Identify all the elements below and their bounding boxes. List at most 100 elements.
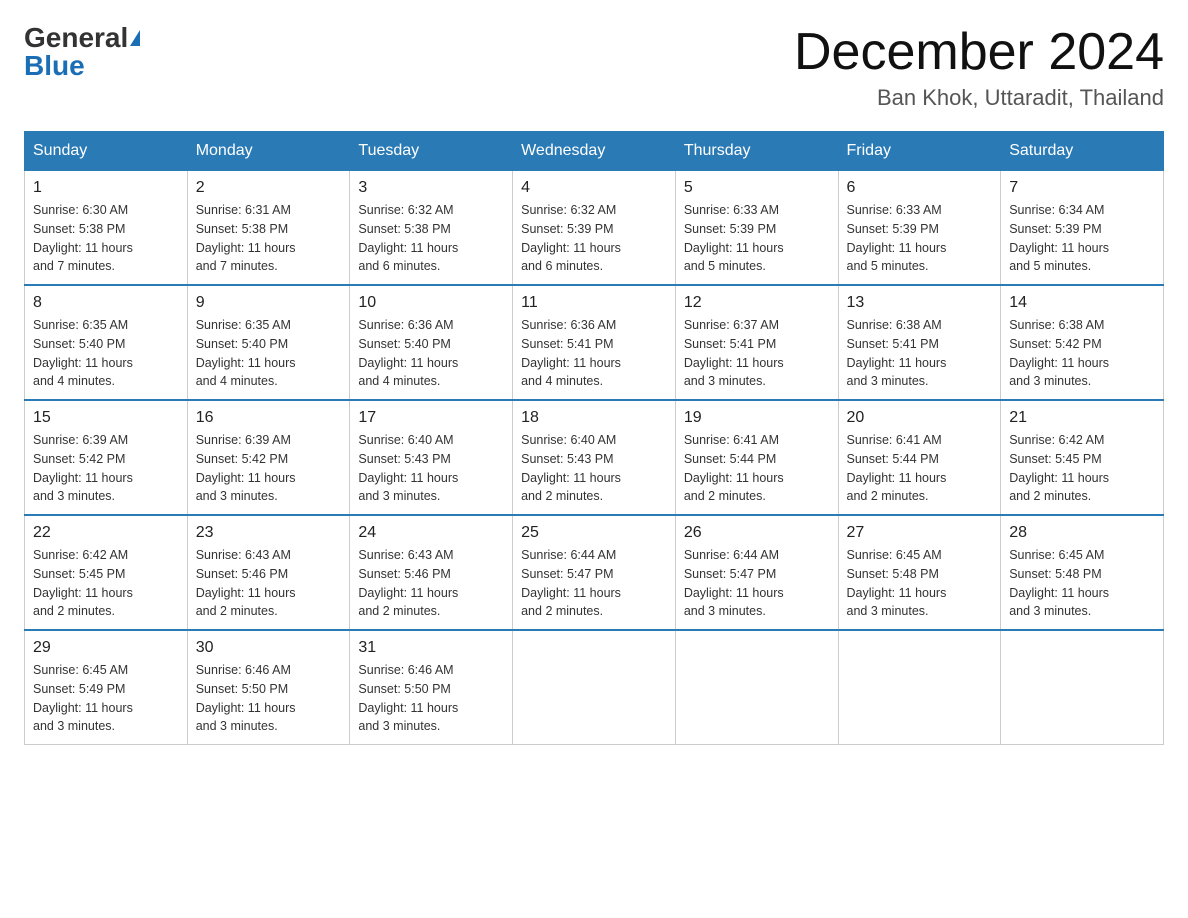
day-info: Sunrise: 6:30 AM Sunset: 5:38 PM Dayligh… xyxy=(33,201,179,276)
day-info: Sunrise: 6:41 AM Sunset: 5:44 PM Dayligh… xyxy=(684,431,830,506)
day-info: Sunrise: 6:45 AM Sunset: 5:48 PM Dayligh… xyxy=(847,546,993,621)
day-number: 19 xyxy=(684,409,830,427)
day-info: Sunrise: 6:40 AM Sunset: 5:43 PM Dayligh… xyxy=(358,431,504,506)
day-number: 22 xyxy=(33,524,179,542)
day-number: 27 xyxy=(847,524,993,542)
calendar-week-row: 29 Sunrise: 6:45 AM Sunset: 5:49 PM Dayl… xyxy=(25,630,1164,745)
calendar-cell: 2 Sunrise: 6:31 AM Sunset: 5:38 PM Dayli… xyxy=(187,171,350,286)
calendar-cell: 5 Sunrise: 6:33 AM Sunset: 5:39 PM Dayli… xyxy=(675,171,838,286)
day-info: Sunrise: 6:46 AM Sunset: 5:50 PM Dayligh… xyxy=(196,661,342,736)
logo-triangle-icon xyxy=(130,30,140,46)
day-number: 11 xyxy=(521,294,667,312)
column-header-thursday: Thursday xyxy=(675,132,838,171)
calendar-header-row: SundayMondayTuesdayWednesdayThursdayFrid… xyxy=(25,132,1164,171)
calendar-cell: 17 Sunrise: 6:40 AM Sunset: 5:43 PM Dayl… xyxy=(350,400,513,515)
day-number: 4 xyxy=(521,179,667,197)
day-info: Sunrise: 6:35 AM Sunset: 5:40 PM Dayligh… xyxy=(196,316,342,391)
day-info: Sunrise: 6:43 AM Sunset: 5:46 PM Dayligh… xyxy=(196,546,342,621)
calendar-cell: 11 Sunrise: 6:36 AM Sunset: 5:41 PM Dayl… xyxy=(513,285,676,400)
calendar-table: SundayMondayTuesdayWednesdayThursdayFrid… xyxy=(24,131,1164,745)
day-number: 24 xyxy=(358,524,504,542)
calendar-cell: 4 Sunrise: 6:32 AM Sunset: 5:39 PM Dayli… xyxy=(513,171,676,286)
calendar-cell: 23 Sunrise: 6:43 AM Sunset: 5:46 PM Dayl… xyxy=(187,515,350,630)
day-number: 13 xyxy=(847,294,993,312)
location-subtitle: Ban Khok, Uttaradit, Thailand xyxy=(794,85,1164,111)
calendar-cell: 25 Sunrise: 6:44 AM Sunset: 5:47 PM Dayl… xyxy=(513,515,676,630)
day-info: Sunrise: 6:38 AM Sunset: 5:42 PM Dayligh… xyxy=(1009,316,1155,391)
day-number: 6 xyxy=(847,179,993,197)
calendar-cell: 12 Sunrise: 6:37 AM Sunset: 5:41 PM Dayl… xyxy=(675,285,838,400)
calendar-cell: 7 Sunrise: 6:34 AM Sunset: 5:39 PM Dayli… xyxy=(1001,171,1164,286)
day-info: Sunrise: 6:42 AM Sunset: 5:45 PM Dayligh… xyxy=(1009,431,1155,506)
calendar-cell: 29 Sunrise: 6:45 AM Sunset: 5:49 PM Dayl… xyxy=(25,630,188,745)
column-header-monday: Monday xyxy=(187,132,350,171)
day-info: Sunrise: 6:31 AM Sunset: 5:38 PM Dayligh… xyxy=(196,201,342,276)
calendar-cell: 6 Sunrise: 6:33 AM Sunset: 5:39 PM Dayli… xyxy=(838,171,1001,286)
calendar-cell: 1 Sunrise: 6:30 AM Sunset: 5:38 PM Dayli… xyxy=(25,171,188,286)
calendar-cell: 30 Sunrise: 6:46 AM Sunset: 5:50 PM Dayl… xyxy=(187,630,350,745)
day-number: 23 xyxy=(196,524,342,542)
calendar-cell: 16 Sunrise: 6:39 AM Sunset: 5:42 PM Dayl… xyxy=(187,400,350,515)
column-header-saturday: Saturday xyxy=(1001,132,1164,171)
logo-blue-text: Blue xyxy=(24,52,85,80)
logo: General Blue xyxy=(24,24,140,80)
day-number: 2 xyxy=(196,179,342,197)
day-number: 29 xyxy=(33,639,179,657)
day-number: 18 xyxy=(521,409,667,427)
day-info: Sunrise: 6:35 AM Sunset: 5:40 PM Dayligh… xyxy=(33,316,179,391)
day-number: 25 xyxy=(521,524,667,542)
calendar-cell: 31 Sunrise: 6:46 AM Sunset: 5:50 PM Dayl… xyxy=(350,630,513,745)
calendar-cell: 15 Sunrise: 6:39 AM Sunset: 5:42 PM Dayl… xyxy=(25,400,188,515)
day-number: 31 xyxy=(358,639,504,657)
day-number: 7 xyxy=(1009,179,1155,197)
calendar-cell: 28 Sunrise: 6:45 AM Sunset: 5:48 PM Dayl… xyxy=(1001,515,1164,630)
calendar-week-row: 15 Sunrise: 6:39 AM Sunset: 5:42 PM Dayl… xyxy=(25,400,1164,515)
calendar-cell xyxy=(1001,630,1164,745)
day-number: 9 xyxy=(196,294,342,312)
day-number: 15 xyxy=(33,409,179,427)
day-info: Sunrise: 6:33 AM Sunset: 5:39 PM Dayligh… xyxy=(847,201,993,276)
day-number: 5 xyxy=(684,179,830,197)
calendar-cell: 20 Sunrise: 6:41 AM Sunset: 5:44 PM Dayl… xyxy=(838,400,1001,515)
day-number: 1 xyxy=(33,179,179,197)
day-info: Sunrise: 6:45 AM Sunset: 5:48 PM Dayligh… xyxy=(1009,546,1155,621)
calendar-cell: 26 Sunrise: 6:44 AM Sunset: 5:47 PM Dayl… xyxy=(675,515,838,630)
day-number: 10 xyxy=(358,294,504,312)
calendar-cell: 22 Sunrise: 6:42 AM Sunset: 5:45 PM Dayl… xyxy=(25,515,188,630)
day-info: Sunrise: 6:42 AM Sunset: 5:45 PM Dayligh… xyxy=(33,546,179,621)
day-number: 3 xyxy=(358,179,504,197)
day-info: Sunrise: 6:43 AM Sunset: 5:46 PM Dayligh… xyxy=(358,546,504,621)
column-header-friday: Friday xyxy=(838,132,1001,171)
calendar-cell: 27 Sunrise: 6:45 AM Sunset: 5:48 PM Dayl… xyxy=(838,515,1001,630)
calendar-cell: 19 Sunrise: 6:41 AM Sunset: 5:44 PM Dayl… xyxy=(675,400,838,515)
day-number: 20 xyxy=(847,409,993,427)
column-header-sunday: Sunday xyxy=(25,132,188,171)
day-info: Sunrise: 6:34 AM Sunset: 5:39 PM Dayligh… xyxy=(1009,201,1155,276)
day-info: Sunrise: 6:40 AM Sunset: 5:43 PM Dayligh… xyxy=(521,431,667,506)
calendar-week-row: 8 Sunrise: 6:35 AM Sunset: 5:40 PM Dayli… xyxy=(25,285,1164,400)
day-number: 21 xyxy=(1009,409,1155,427)
day-info: Sunrise: 6:44 AM Sunset: 5:47 PM Dayligh… xyxy=(684,546,830,621)
day-number: 26 xyxy=(684,524,830,542)
day-info: Sunrise: 6:36 AM Sunset: 5:41 PM Dayligh… xyxy=(521,316,667,391)
day-number: 16 xyxy=(196,409,342,427)
day-info: Sunrise: 6:41 AM Sunset: 5:44 PM Dayligh… xyxy=(847,431,993,506)
calendar-cell: 14 Sunrise: 6:38 AM Sunset: 5:42 PM Dayl… xyxy=(1001,285,1164,400)
calendar-cell xyxy=(675,630,838,745)
calendar-cell: 13 Sunrise: 6:38 AM Sunset: 5:41 PM Dayl… xyxy=(838,285,1001,400)
day-info: Sunrise: 6:39 AM Sunset: 5:42 PM Dayligh… xyxy=(196,431,342,506)
day-number: 17 xyxy=(358,409,504,427)
day-number: 8 xyxy=(33,294,179,312)
column-header-wednesday: Wednesday xyxy=(513,132,676,171)
calendar-cell: 9 Sunrise: 6:35 AM Sunset: 5:40 PM Dayli… xyxy=(187,285,350,400)
day-info: Sunrise: 6:44 AM Sunset: 5:47 PM Dayligh… xyxy=(521,546,667,621)
logo-general-text: General xyxy=(24,24,128,52)
day-number: 12 xyxy=(684,294,830,312)
calendar-week-row: 1 Sunrise: 6:30 AM Sunset: 5:38 PM Dayli… xyxy=(25,171,1164,286)
calendar-cell: 24 Sunrise: 6:43 AM Sunset: 5:46 PM Dayl… xyxy=(350,515,513,630)
day-info: Sunrise: 6:32 AM Sunset: 5:39 PM Dayligh… xyxy=(521,201,667,276)
title-block: December 2024 Ban Khok, Uttaradit, Thail… xyxy=(794,24,1164,111)
day-number: 30 xyxy=(196,639,342,657)
column-header-tuesday: Tuesday xyxy=(350,132,513,171)
calendar-cell: 10 Sunrise: 6:36 AM Sunset: 5:40 PM Dayl… xyxy=(350,285,513,400)
